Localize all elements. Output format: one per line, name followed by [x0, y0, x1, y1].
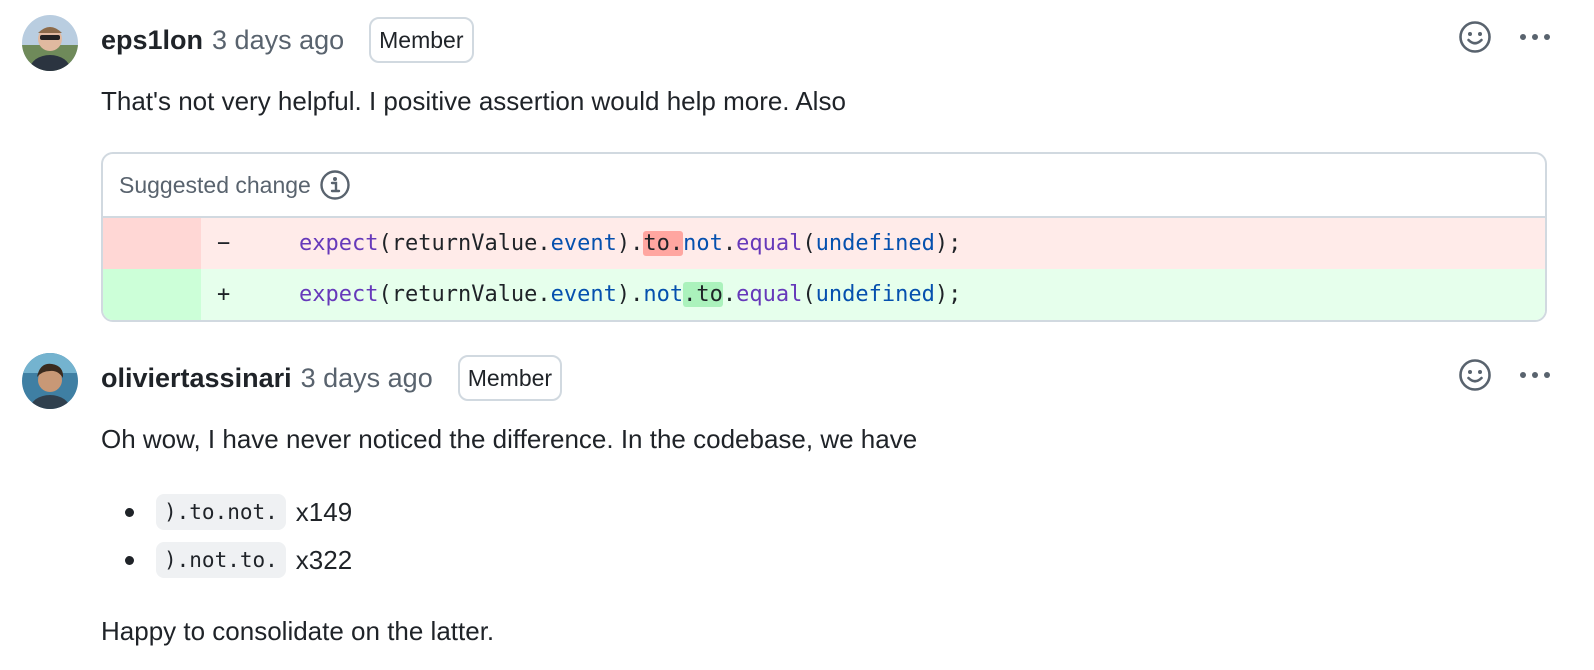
diff-code: expect(returnValue.event).to.not.equal(u…	[251, 231, 961, 256]
smiley-icon[interactable]	[1456, 18, 1494, 56]
kebab-horizontal-icon[interactable]	[1516, 18, 1554, 56]
inline-code: ).to.not.	[156, 494, 286, 530]
smiley-icon[interactable]	[1456, 356, 1494, 394]
suggested-change-header: Suggested change	[103, 154, 1545, 218]
code-token: ).	[616, 282, 644, 307]
code-token: .	[722, 231, 737, 256]
comment-body: That's not very helpful. I positive asse…	[101, 86, 846, 116]
avatar[interactable]	[22, 353, 78, 409]
comment-actions	[1456, 356, 1554, 394]
code-token: undefined	[815, 231, 935, 256]
code-token: undefined	[815, 282, 935, 307]
usage-count: x149	[295, 496, 353, 527]
code-token: );	[934, 231, 962, 256]
timestamp[interactable]: 3 days ago	[212, 25, 344, 56]
code-token: event	[550, 282, 617, 307]
diff-code: expect(returnValue.event).not.to.equal(u…	[251, 282, 961, 307]
diff-line-added: + expect(returnValue.event).not.to.equal…	[103, 269, 1545, 320]
bullet-dot	[125, 555, 134, 565]
bullet-dot	[125, 507, 134, 517]
code-token: equal	[736, 282, 803, 307]
code-token: event	[550, 231, 617, 256]
code-token: expect	[299, 231, 379, 256]
comment-header: eps1lon 3 days ago Member	[101, 16, 474, 64]
author-name[interactable]: oliviertassinari	[101, 363, 292, 394]
info-icon[interactable]	[319, 169, 351, 201]
code-token: .	[722, 282, 737, 307]
bullet-list: ).to.not. x149 ).not.to. x322	[101, 488, 352, 584]
kebab-horizontal-icon[interactable]	[1516, 356, 1554, 394]
suggested-change: Suggested change − expect(returnValue.ev…	[101, 152, 1547, 322]
code-token: (	[802, 231, 816, 256]
diff-gutter	[103, 218, 201, 269]
diff-marker: +	[217, 282, 231, 307]
comment-body: Oh wow, I have never noticed the differe…	[101, 424, 918, 454]
code-token: expect	[299, 282, 379, 307]
diff-marker: −	[217, 231, 231, 256]
timestamp[interactable]: 3 days ago	[301, 363, 433, 394]
code-token-highlight: to.	[643, 231, 684, 256]
avatar[interactable]	[22, 15, 78, 71]
comment-actions	[1456, 18, 1554, 56]
code-token: (returnValue.	[378, 282, 551, 307]
code-token: );	[934, 282, 962, 307]
usage-count: x322	[295, 544, 353, 575]
diff-gutter	[103, 269, 201, 320]
comment-header: oliviertassinari 3 days ago Member	[101, 354, 563, 402]
list-item: ).not.to. x322	[101, 536, 352, 584]
code-token-highlight: .to	[683, 282, 723, 307]
comment-closing: Happy to consolidate on the latter.	[101, 616, 495, 646]
code-token: (	[802, 282, 816, 307]
diff-line-removed: − expect(returnValue.event).to.not.equal…	[103, 218, 1545, 269]
code-token: ).	[616, 231, 644, 256]
suggested-change-title: Suggested change	[119, 171, 311, 198]
member-badge: Member	[369, 17, 474, 63]
code-token: not	[683, 231, 723, 256]
code-token: equal	[736, 231, 803, 256]
code-token: (returnValue.	[378, 231, 551, 256]
member-badge: Member	[457, 355, 563, 401]
author-name[interactable]: eps1lon	[101, 25, 203, 56]
inline-code: ).not.to.	[156, 542, 286, 578]
code-token: not	[643, 282, 684, 307]
list-item: ).to.not. x149	[101, 488, 352, 536]
